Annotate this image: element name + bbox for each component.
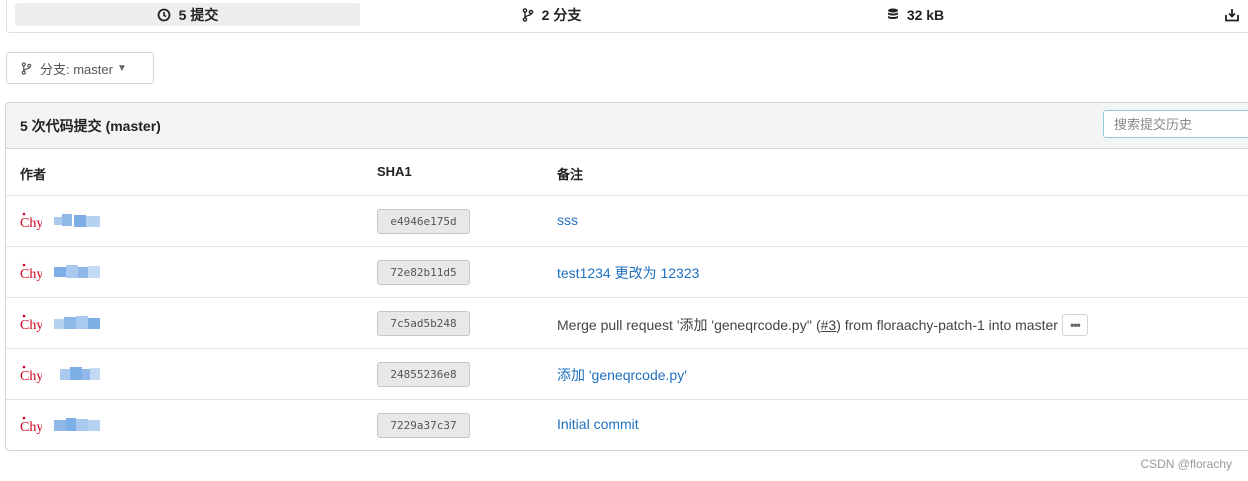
download-icon — [1225, 8, 1239, 21]
branches-stat[interactable]: 2 分支 — [379, 3, 724, 26]
size-stat: 32 kB — [743, 3, 1088, 26]
avatar[interactable]: Chy — [20, 364, 42, 384]
download-stat[interactable] — [1107, 3, 1248, 26]
commits-stat[interactable]: 5 提交 — [15, 3, 360, 26]
branches-count: 2 分支 — [541, 6, 582, 23]
commit-message[interactable]: 添加 'geneqrcode.py' — [557, 365, 687, 385]
table-row: Chy 72e82b11d5 test1234 更改为 12323 — [6, 247, 1248, 298]
avatar[interactable]: Chy — [20, 415, 42, 435]
svg-text:Chy: Chy — [20, 420, 42, 435]
commit-message-suffix: ) from floraachy-patch-1 into master — [836, 317, 1058, 333]
branch-icon — [522, 7, 533, 22]
commit-message[interactable]: Initial commit — [557, 416, 639, 432]
commit-message[interactable]: test1234 更改为 12323 — [557, 263, 699, 283]
commit-history-table: 5 次代码提交 (master) 作者 SHA1 备注 Chy e4946e17… — [5, 102, 1248, 451]
branch-dropdown-label: 分支: master — [40, 61, 113, 77]
author-column-header: 作者 — [20, 167, 47, 182]
commit-message-prefix: Merge pull request '添加 'geneqrcode.py'' … — [557, 317, 821, 333]
svg-text:Chy: Chy — [20, 216, 42, 231]
commit-table-header: 5 次代码提交 (master) — [6, 103, 1248, 149]
table-row: Chy 7229a37c37 Initial commit — [6, 400, 1248, 450]
commit-sha[interactable]: 72e82b11d5 — [377, 260, 470, 285]
caret-down-icon: ▼ — [116, 62, 127, 74]
table-row: Chy 24855236e8 添加 'geneqrcode.py' — [6, 349, 1248, 400]
column-headers: 作者 SHA1 备注 — [6, 149, 1248, 196]
svg-text:Chy: Chy — [20, 318, 42, 333]
branch-icon — [21, 61, 32, 75]
avatar[interactable]: Chy — [20, 262, 42, 282]
sha-column-header: SHA1 — [377, 164, 412, 179]
author-name[interactable] — [54, 367, 100, 381]
expand-message-button[interactable]: ••• — [1061, 314, 1088, 336]
svg-text:Chy: Chy — [20, 369, 42, 384]
table-row: Chy 7c5ad5b248 Merge pull request '添加 'g… — [6, 298, 1248, 349]
avatar[interactable]: Chy — [20, 313, 42, 333]
commit-search-input[interactable] — [1103, 110, 1248, 138]
repo-size: 32 kB — [906, 6, 945, 23]
table-row: Chy e4946e175d sss — [6, 196, 1248, 247]
commit-table-title: 5 次代码提交 (master) — [20, 118, 161, 134]
watermark: CSDN @florachy — [1140, 457, 1232, 471]
commit-sha[interactable]: e4946e175d — [377, 209, 470, 234]
svg-text:Chy: Chy — [20, 267, 42, 282]
author-name[interactable] — [54, 265, 100, 279]
commit-message[interactable]: sss — [557, 212, 578, 228]
commit-sha[interactable]: 7c5ad5b248 — [377, 311, 470, 336]
author-name[interactable] — [54, 214, 100, 228]
database-icon — [887, 8, 898, 19]
commit-sha[interactable]: 7229a37c37 — [377, 413, 470, 438]
branch-dropdown[interactable]: 分支: master ▼ — [6, 52, 154, 84]
issue-link[interactable]: #3 — [821, 317, 837, 333]
author-name[interactable] — [54, 316, 100, 330]
author-name[interactable] — [54, 418, 100, 432]
avatar[interactable]: Chy — [20, 211, 42, 231]
commit-sha[interactable]: 24855236e8 — [377, 362, 470, 387]
message-column-header: 备注 — [557, 167, 584, 182]
commit-message[interactable]: Merge pull request '添加 'geneqrcode.py'' … — [557, 314, 1088, 336]
history-icon — [157, 8, 171, 21]
repo-stats-bar: 5 提交 2 分支 32 kB — [6, 0, 1248, 33]
commits-count: 5 提交 — [178, 6, 219, 23]
